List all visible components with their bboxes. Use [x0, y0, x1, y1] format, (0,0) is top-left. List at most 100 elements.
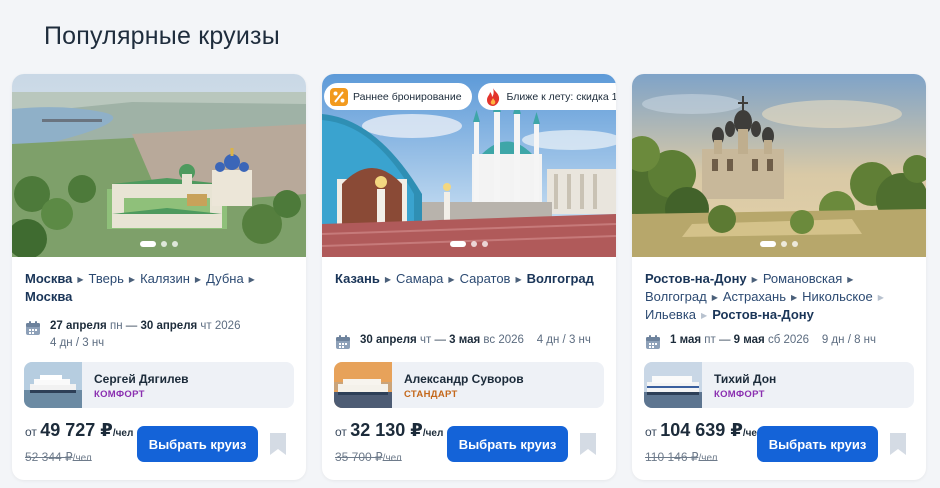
price: от 32 130 ₽/чел — [335, 420, 443, 441]
ship-info[interactable]: Сергей Дягилев КОМФОРТ — [24, 362, 294, 408]
old-price-value: 35 700 ₽ — [335, 450, 383, 464]
price-unit: /чел — [422, 428, 444, 439]
route-stop: Ильевка — [645, 307, 697, 322]
carousel-dots[interactable] — [12, 241, 306, 247]
price-value: 49 727 ₽ — [40, 420, 113, 440]
route-stop: Никольское — [802, 289, 873, 304]
calendar-icon — [336, 335, 350, 349]
promo-badge-label: Ближе к лету: скидка 10% — [506, 90, 616, 103]
old-price-value: 110 146 ₽ — [645, 450, 699, 464]
route-stop: Москва — [25, 289, 73, 304]
promo-badge-label: Раннее бронирование — [353, 90, 462, 103]
carousel-dot[interactable] — [760, 241, 776, 247]
duration: 4 дн / 3 нч — [50, 337, 105, 349]
route: Казань ▶ Самара ▶ Саратов ▶ Волгоград — [335, 270, 605, 288]
carousel-dot[interactable] — [792, 241, 798, 247]
arrow-right-icon: ▶ — [847, 275, 854, 284]
calendar-icon — [26, 321, 40, 335]
route-stop: Романовская — [762, 271, 843, 286]
route-stop: Волгоград — [645, 289, 707, 304]
arrow-right-icon: ▶ — [128, 275, 136, 284]
route-stop: Астрахань — [722, 289, 786, 304]
percent-icon — [330, 87, 348, 106]
cruise-dates: 1 мая пт — 9 мая сб 2026 9 дн / 8 нч — [645, 332, 876, 349]
promo-badge[interactable]: Ближе к лету: скидка 10% — [477, 83, 616, 110]
route: Москва ▶ Тверь ▶ Калязин ▶ Дубна ▶ Москва — [25, 270, 295, 305]
select-cruise-button[interactable]: Выбрать круиз — [757, 426, 878, 462]
date-end: 9 мая — [733, 334, 765, 346]
cruise-dates: 30 апреля чт — 3 мая вс 2026 4 дн / 3 нч — [335, 332, 591, 349]
carousel-dot[interactable] — [161, 241, 167, 247]
date-start: 27 апреля — [50, 320, 107, 332]
arrow-right-icon: ▶ — [751, 275, 758, 284]
route-stop: Дубна — [206, 271, 244, 286]
carousel-dot[interactable] — [781, 241, 787, 247]
route-stop: Москва — [25, 271, 73, 286]
ship-info[interactable]: Александр Суворов СТАНДАРТ — [334, 362, 604, 408]
carousel-dots[interactable] — [632, 241, 926, 247]
price-from: от — [25, 425, 37, 439]
cruise-photo[interactable] — [632, 74, 926, 257]
cruise-card[interactable]: Раннее бронирование Ближе к лету: скидка… — [322, 74, 616, 480]
old-price-value: 52 344 ₽ — [25, 450, 73, 464]
page-title: Популярные круизы — [44, 22, 280, 50]
ship-name: Александр Суворов — [404, 372, 524, 386]
ship-info[interactable]: Тихий Дон КОМФОРТ — [644, 362, 914, 408]
fire-icon — [484, 87, 502, 106]
old-price-unit: /чел — [72, 453, 92, 464]
ship-name: Сергей Дягилев — [94, 372, 189, 386]
ship-class: СТАНДАРТ — [404, 389, 458, 400]
cruise-card[interactable]: Москва ▶ Тверь ▶ Калязин ▶ Дубна ▶ Москва 27 ап… — [12, 74, 306, 480]
bookmark-icon[interactable] — [889, 432, 907, 456]
old-price: 52 344 ₽/чел — [25, 450, 92, 464]
carousel-dot[interactable] — [450, 241, 466, 247]
arrow-right-icon: ▶ — [515, 275, 522, 284]
route-stop: Казань — [335, 271, 380, 286]
select-cruise-button[interactable]: Выбрать круиз — [137, 426, 258, 462]
price: от 49 727 ₽/чел — [25, 420, 133, 441]
price-unit: /чел — [112, 428, 134, 439]
old-price-unit: /чел — [698, 453, 718, 464]
old-price: 110 146 ₽/чел — [645, 450, 718, 464]
route-stop: Калязин — [140, 271, 190, 286]
route-stop: Самара — [396, 271, 444, 286]
ship-name: Тихий Дон — [714, 372, 777, 386]
arrow-right-icon: ▶ — [384, 275, 392, 284]
promo-badge[interactable]: Раннее бронирование — [324, 83, 472, 110]
carousel-dot[interactable] — [172, 241, 178, 247]
ship-class: КОМФОРТ — [94, 389, 145, 400]
date-end: 30 апреля — [140, 320, 198, 332]
price-from: от — [645, 425, 657, 439]
date-start: 1 мая — [670, 334, 702, 346]
arrow-right-icon: ▶ — [194, 275, 202, 284]
bookmark-icon[interactable] — [579, 432, 597, 456]
price: от 104 639 ₽/чел — [645, 420, 763, 441]
date-dash: — — [718, 334, 731, 346]
ship-class: КОМФОРТ — [714, 389, 765, 400]
route-stop: Волгоград — [526, 271, 594, 286]
route-stop: Ростов-на-Дону — [645, 271, 747, 286]
date-dash: — — [125, 320, 138, 332]
carousel-dot[interactable] — [140, 241, 156, 247]
cruise-card[interactable]: Ростов-на-Дону ▶ Романовская ▶ Волгоград ▶ Ас… — [632, 74, 926, 480]
old-price: 35 700 ₽/чел — [335, 450, 402, 464]
arrow-right-icon: ▶ — [448, 275, 455, 284]
carousel-dot[interactable] — [471, 241, 477, 247]
carousel-dots[interactable] — [322, 241, 616, 247]
arrow-right-icon: ▶ — [877, 293, 884, 302]
arrow-right-icon: ▶ — [248, 275, 255, 284]
duration: 4 дн / 3 нч — [536, 334, 591, 346]
bookmark-icon[interactable] — [269, 432, 287, 456]
select-cruise-button[interactable]: Выбрать круиз — [447, 426, 568, 462]
old-price-unit: /чел — [382, 453, 402, 464]
price-value: 104 639 ₽ — [660, 420, 743, 440]
date-end-weekday: сб 2026 — [767, 334, 810, 346]
date-start: 30 апреля — [360, 334, 417, 346]
carousel-dot[interactable] — [482, 241, 488, 247]
route-stop: Саратов — [459, 271, 511, 286]
date-start-weekday: пн — [109, 320, 123, 332]
cruise-photo[interactable] — [12, 74, 306, 257]
date-end-weekday: чт 2026 — [200, 320, 241, 332]
date-start-weekday: чт — [419, 334, 432, 346]
ship-thumbnail — [334, 362, 392, 408]
